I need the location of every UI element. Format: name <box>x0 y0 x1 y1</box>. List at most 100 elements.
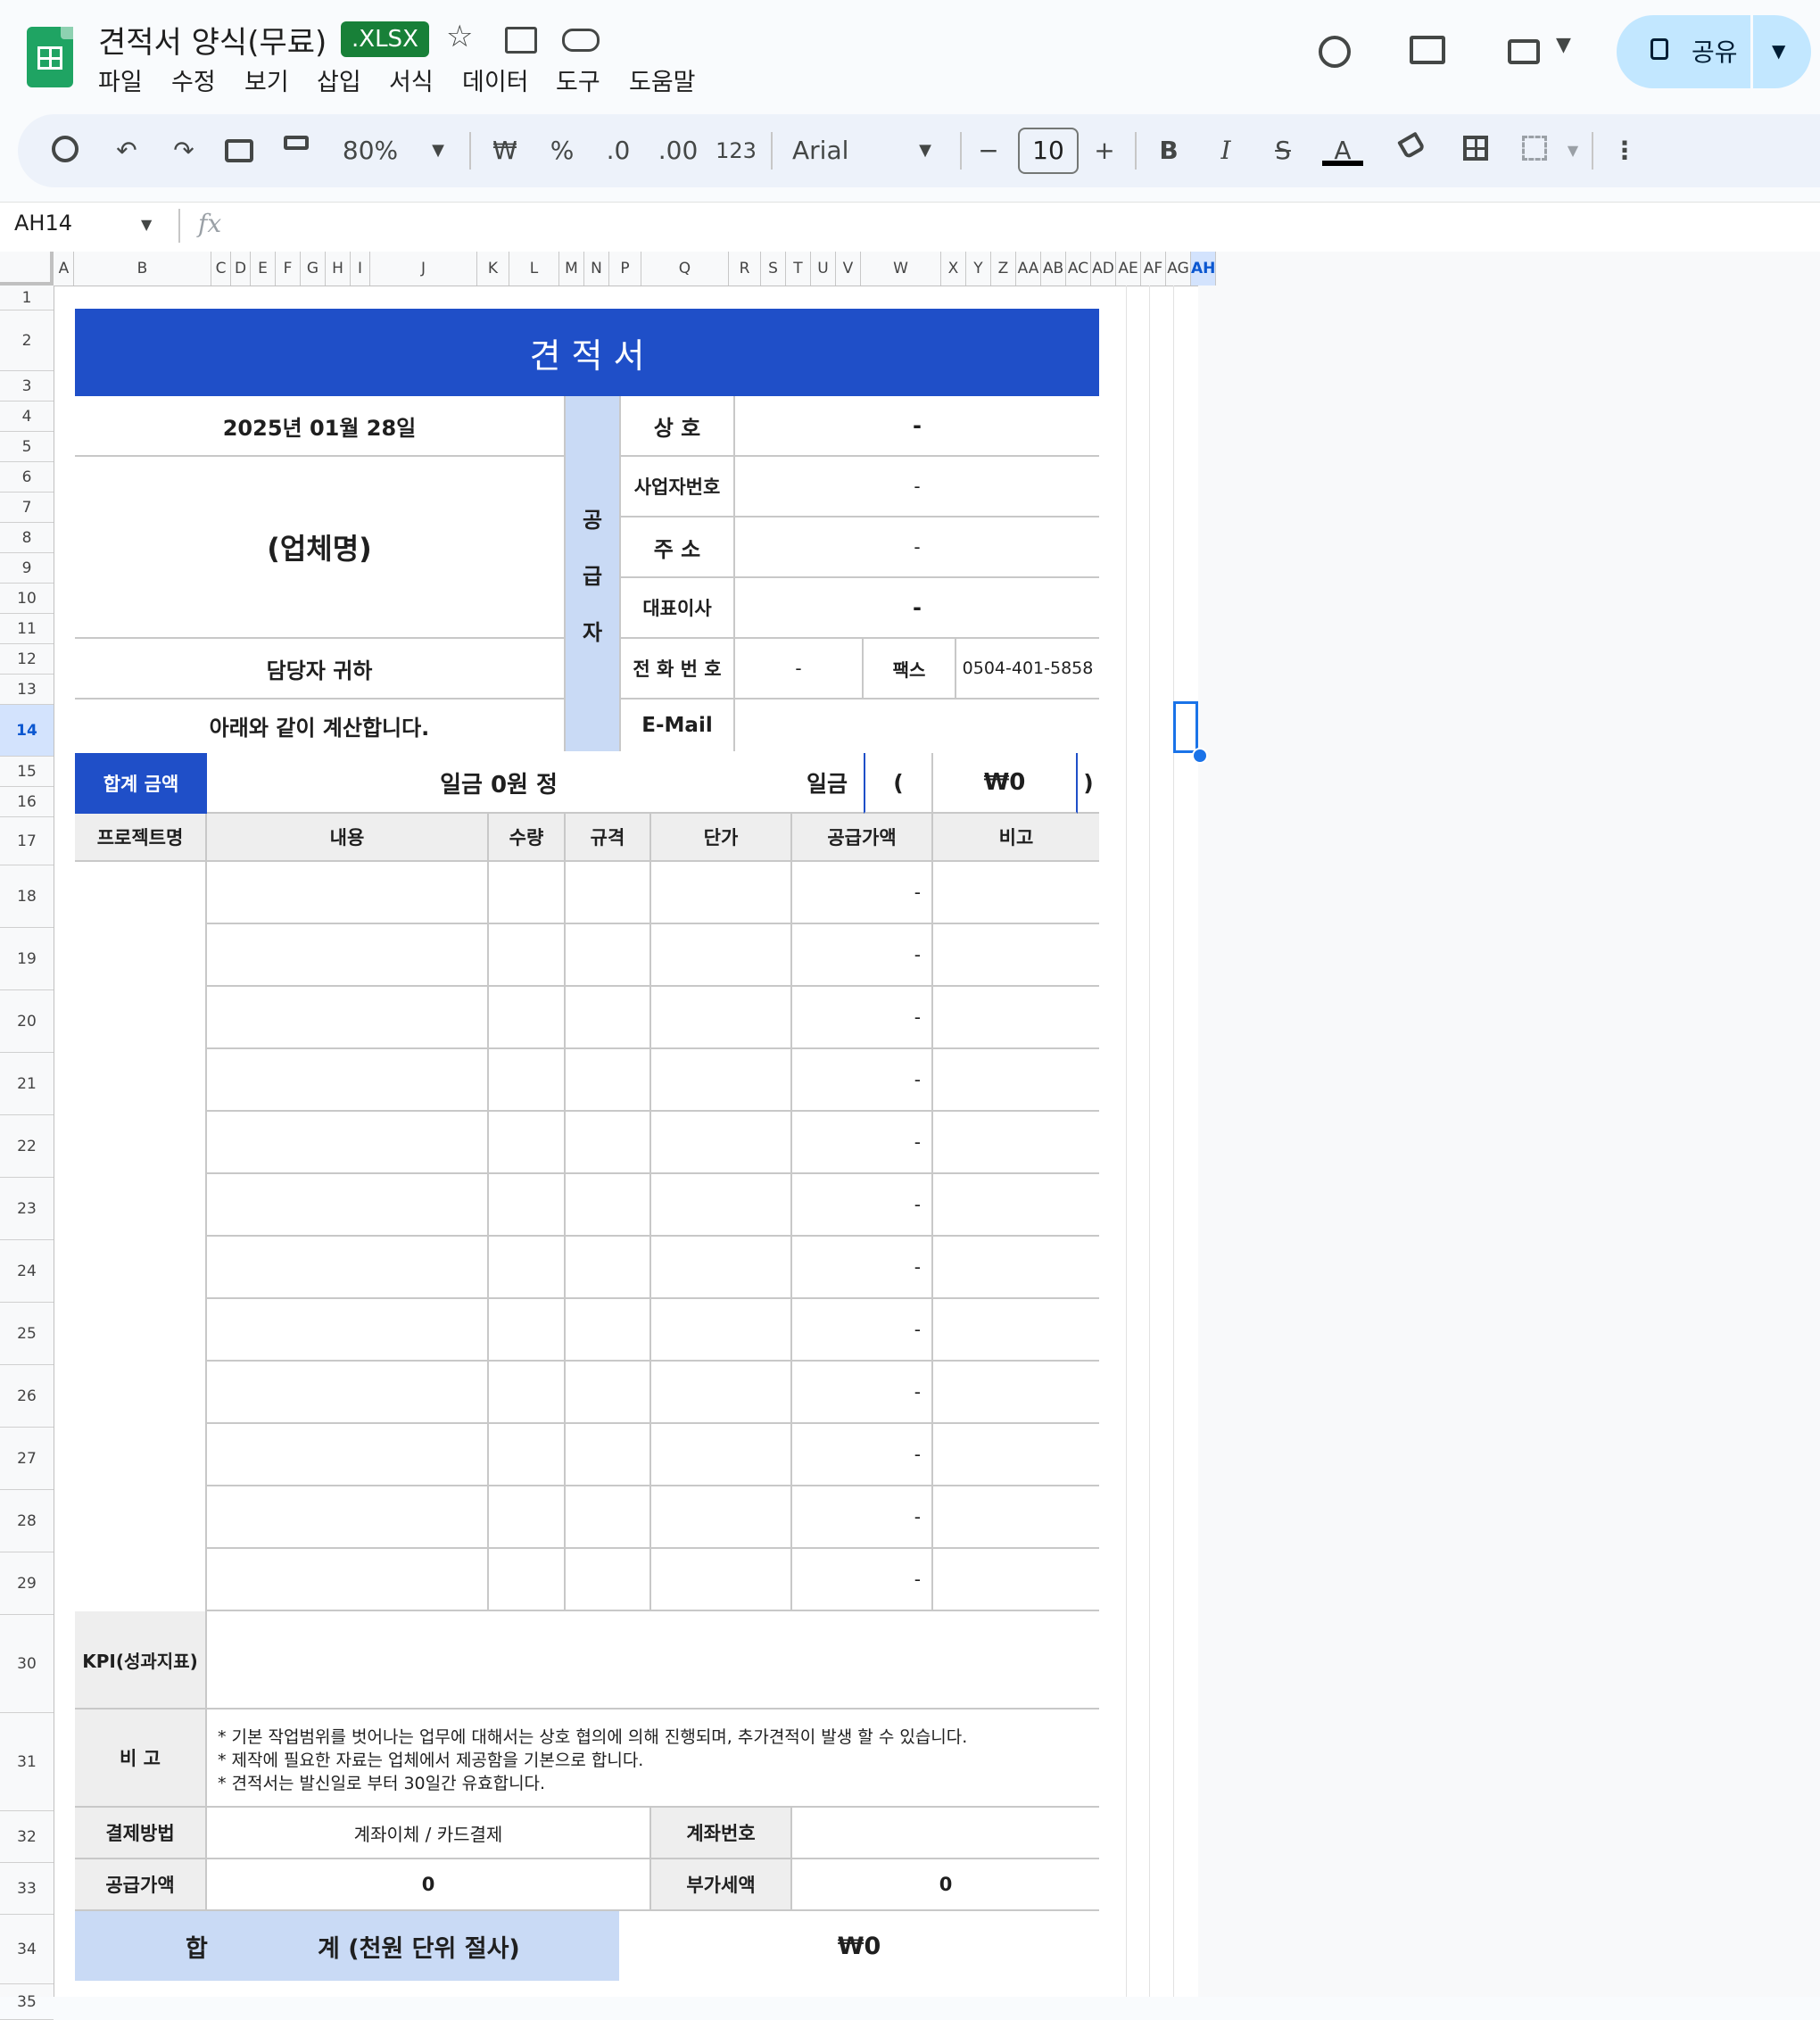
item-supply-value[interactable]: - <box>792 1299 933 1362</box>
item-supply-value[interactable]: - <box>792 1174 933 1237</box>
item-cell[interactable] <box>651 924 792 987</box>
quote-title[interactable]: 견 적 서 <box>75 309 1099 396</box>
item-cell[interactable] <box>489 1549 566 1611</box>
item-cell[interactable] <box>933 1362 1099 1424</box>
item-cell[interactable] <box>933 1174 1099 1237</box>
item-cell[interactable] <box>933 1299 1099 1362</box>
item-cell[interactable] <box>207 862 489 924</box>
item-supply-value[interactable]: - <box>792 1112 933 1174</box>
bizno-value[interactable]: - <box>735 457 1099 517</box>
item-supply-value[interactable]: - <box>792 987 933 1049</box>
item-cell[interactable] <box>207 1299 489 1362</box>
vat-value[interactable]: 0 <box>792 1859 1099 1911</box>
item-cell[interactable] <box>933 924 1099 987</box>
item-supply-value[interactable]: - <box>792 1424 933 1486</box>
item-cell[interactable] <box>489 1299 566 1362</box>
item-cell[interactable] <box>566 1112 651 1174</box>
item-cell[interactable] <box>566 1174 651 1237</box>
note-line: * 제작에 필요한 자료는 업체에서 제공함을 기본으로 합니다. <box>218 1751 644 1770</box>
total-number[interactable]: ₩0 <box>933 753 1078 814</box>
item-cell[interactable] <box>207 924 489 987</box>
item-cell[interactable] <box>566 1486 651 1549</box>
item-cell[interactable] <box>207 1424 489 1486</box>
item-cell[interactable] <box>933 862 1099 924</box>
item-supply-value[interactable]: - <box>792 1549 933 1611</box>
item-cell[interactable] <box>651 1486 792 1549</box>
item-cell[interactable] <box>207 1112 489 1174</box>
item-supply-value[interactable]: - <box>792 1049 933 1112</box>
item-cell[interactable] <box>489 1049 566 1112</box>
fax-value[interactable]: 0504-401-5858 <box>956 639 1099 700</box>
ceo-value[interactable]: - <box>735 578 1099 639</box>
item-cell[interactable] <box>651 1362 792 1424</box>
notes-value[interactable]: * 기본 작업범위를 벗어나는 업무에 대해서는 상호 협의에 의해 진행되며,… <box>207 1710 1099 1808</box>
item-cell[interactable] <box>489 1112 566 1174</box>
item-cell[interactable] <box>933 1486 1099 1549</box>
item-cell[interactable] <box>651 1424 792 1486</box>
supplier-label[interactable]: 공 급 자 <box>564 396 619 751</box>
item-cell[interactable] <box>651 1112 792 1174</box>
item-cell[interactable] <box>566 1362 651 1424</box>
item-cell[interactable] <box>489 924 566 987</box>
item-cell[interactable] <box>933 1112 1099 1174</box>
item-cell[interactable] <box>651 987 792 1049</box>
kpi-value[interactable] <box>207 1611 1099 1710</box>
item-cell[interactable] <box>207 1049 489 1112</box>
attention-line[interactable]: 담당자 귀하 <box>75 639 564 700</box>
item-cell[interactable] <box>651 1299 792 1362</box>
item-cell[interactable] <box>651 1049 792 1112</box>
kpi-label: KPI(성과지표) <box>75 1611 207 1710</box>
item-cell[interactable] <box>489 1424 566 1486</box>
item-cell[interactable] <box>207 1486 489 1549</box>
item-cell[interactable] <box>207 1362 489 1424</box>
item-cell[interactable] <box>933 1237 1099 1299</box>
intro-text[interactable]: 아래와 같이 계산합니다. <box>75 700 564 751</box>
item-supply-value[interactable]: - <box>792 862 933 924</box>
item-cell[interactable] <box>566 1049 651 1112</box>
email-value[interactable] <box>735 700 1099 751</box>
item-cell[interactable] <box>651 1549 792 1611</box>
item-supply-value[interactable]: - <box>792 1237 933 1299</box>
item-supply-value[interactable]: - <box>792 1362 933 1424</box>
total-korean[interactable]: 일금 0원 정 <box>207 753 790 814</box>
item-cell[interactable] <box>566 924 651 987</box>
item-cell[interactable] <box>207 1549 489 1611</box>
item-cell[interactable] <box>566 1237 651 1299</box>
ceo-label: 대표이사 <box>619 578 735 639</box>
supply-value[interactable]: 0 <box>207 1859 651 1911</box>
item-cell[interactable] <box>489 862 566 924</box>
item-cell[interactable] <box>933 987 1099 1049</box>
grand-total-value[interactable]: ₩0 <box>619 1911 1099 1981</box>
quote-date[interactable]: 2025년 01월 28일 <box>75 396 564 457</box>
item-cell[interactable] <box>933 1049 1099 1112</box>
item-cell[interactable] <box>566 1549 651 1611</box>
selected-cell[interactable] <box>1173 701 1198 753</box>
item-cell[interactable] <box>566 862 651 924</box>
address-value[interactable]: - <box>735 517 1099 578</box>
project-name-cell[interactable] <box>75 862 207 1611</box>
item-cell[interactable] <box>207 1237 489 1299</box>
item-supply-value[interactable]: - <box>792 1486 933 1549</box>
item-cell[interactable] <box>651 1174 792 1237</box>
company-value[interactable]: - <box>735 396 1099 457</box>
phone-value[interactable]: - <box>735 639 864 700</box>
item-cell[interactable] <box>489 1486 566 1549</box>
item-cell[interactable] <box>489 987 566 1049</box>
item-cell[interactable] <box>566 1299 651 1362</box>
item-cell[interactable] <box>207 1174 489 1237</box>
item-supply-value[interactable]: - <box>792 924 933 987</box>
item-cell[interactable] <box>566 1424 651 1486</box>
item-cell[interactable] <box>489 1237 566 1299</box>
payment-value[interactable]: 계좌이체 / 카드결제 <box>207 1808 651 1859</box>
fill-handle[interactable] <box>1192 748 1208 764</box>
item-cell[interactable] <box>933 1549 1099 1611</box>
item-cell[interactable] <box>933 1424 1099 1486</box>
account-value[interactable] <box>792 1808 1099 1859</box>
item-cell[interactable] <box>566 987 651 1049</box>
item-cell[interactable] <box>207 987 489 1049</box>
item-cell[interactable] <box>489 1174 566 1237</box>
item-cell[interactable] <box>651 1237 792 1299</box>
item-cell[interactable] <box>489 1362 566 1424</box>
client-name[interactable]: (업체명) <box>75 457 564 639</box>
item-cell[interactable] <box>651 862 792 924</box>
